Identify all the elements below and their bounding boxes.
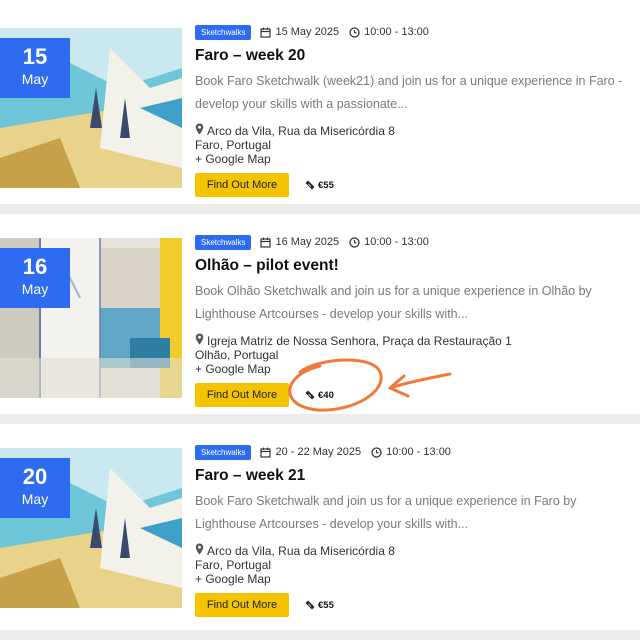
event-time: 10:00 - 13:00 — [364, 236, 429, 248]
date-badge: 16 May — [0, 248, 70, 308]
description-line: Lighthouse Artcourses - develop your ski… — [195, 517, 469, 531]
price-value: €55 — [318, 599, 334, 611]
event-date: 16 May 2025 — [275, 236, 340, 248]
date-badge: 15 May — [0, 38, 70, 98]
ticket-icon — [305, 390, 315, 400]
event-card: 16 May Sketchwalks 16 May 2025 10:00 - 1… — [0, 214, 640, 414]
find-out-more-button[interactable]: Find Out More — [195, 383, 289, 407]
category-tag[interactable]: Sketchwalks — [195, 24, 252, 40]
price: €55 — [305, 600, 334, 611]
event-address: Arco da Vila, Rua da Misericórdia 8 Faro… — [195, 123, 640, 166]
ticket-icon — [305, 600, 315, 610]
event-card: 20 May Sketchwalks 20 - 22 May 2025 10:0… — [0, 424, 640, 630]
date-month: May — [21, 281, 49, 297]
event-title[interactable]: Faro – week 20 — [195, 47, 640, 65]
event-time: 10:00 - 13:00 — [386, 446, 451, 458]
description-line: Book Faro Sketchwalk (week21) and join u… — [195, 74, 623, 88]
category-tag[interactable]: Sketchwalks — [195, 234, 252, 250]
event-title[interactable]: Olhão – pilot event! — [195, 257, 640, 275]
event-date: 15 May 2025 — [275, 26, 340, 38]
date-day: 15 — [22, 44, 48, 69]
event-time: 10:00 - 13:00 — [364, 26, 429, 38]
calendar-icon — [260, 27, 272, 38]
ticket-icon — [305, 180, 315, 190]
price-value: €55 — [318, 179, 334, 191]
map-pin-icon — [195, 543, 204, 558]
event-description: Book Olhão Sketchwalk and join us for a … — [195, 280, 640, 326]
google-map-link[interactable]: + Google Map — [195, 572, 640, 586]
clock-icon — [349, 26, 360, 38]
event-card: 15 May Sketchwalks 15 May 2025 10:00 - 1… — [0, 0, 640, 204]
date-month: May — [21, 71, 49, 87]
calendar-icon — [260, 447, 272, 458]
price-value: €40 — [318, 389, 334, 401]
date-day: 16 — [22, 254, 48, 279]
venue-address: Igreja Matriz de Nossa Senhora, Praça da… — [207, 333, 512, 348]
map-pin-icon — [195, 333, 204, 348]
date-day: 20 — [22, 464, 48, 489]
description-line: develop your skills with a passionate... — [195, 97, 408, 111]
calendar-icon — [260, 237, 272, 248]
description-line: Lighthouse Artcourses - develop your ski… — [195, 307, 469, 321]
clock-icon — [371, 446, 382, 458]
find-out-more-button[interactable]: Find Out More — [195, 173, 289, 197]
clock-icon — [349, 236, 360, 248]
event-title[interactable]: Faro – week 21 — [195, 467, 640, 485]
event-date: 20 - 22 May 2025 — [275, 446, 362, 458]
event-address: Arco da Vila, Rua da Misericórdia 8 Faro… — [195, 543, 640, 586]
price: €55 — [305, 180, 334, 191]
find-out-more-button[interactable]: Find Out More — [195, 593, 289, 617]
venue-address: Arco da Vila, Rua da Misericórdia 8 — [207, 543, 395, 558]
event-description: Book Faro Sketchwalk (week21) and join u… — [195, 70, 640, 116]
map-pin-icon — [195, 123, 204, 138]
date-month: May — [21, 491, 49, 507]
price: €40 — [305, 390, 334, 401]
venue-city: Faro, Portugal — [195, 558, 272, 572]
venue-city: Olhão, Portugal — [195, 348, 279, 362]
description-line: Book Faro Sketchwalk and join us for a u… — [195, 494, 577, 508]
venue-city: Faro, Portugal — [195, 138, 272, 152]
google-map-link[interactable]: + Google Map — [195, 362, 640, 376]
category-tag[interactable]: Sketchwalks — [195, 444, 252, 460]
venue-address: Arco da Vila, Rua da Misericórdia 8 — [207, 123, 395, 138]
description-line: Book Olhão Sketchwalk and join us for a … — [195, 284, 592, 298]
event-description: Book Faro Sketchwalk and join us for a u… — [195, 490, 640, 536]
date-badge: 20 May — [0, 458, 70, 518]
google-map-link[interactable]: + Google Map — [195, 152, 640, 166]
event-address: Igreja Matriz de Nossa Senhora, Praça da… — [195, 333, 640, 376]
